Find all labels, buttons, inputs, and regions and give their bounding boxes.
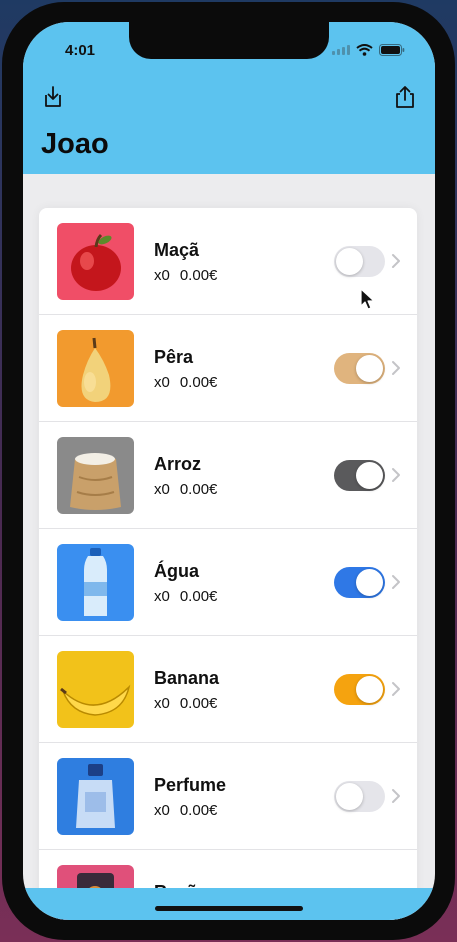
phone-frame: Joao 4:01 Maçã x0 0.00€ Pêra x0 0.00€ Ar… bbox=[2, 2, 455, 940]
item-name: Perfume bbox=[154, 775, 227, 795]
item-details: x0 0.00€ bbox=[154, 481, 217, 498]
download-tray-icon[interactable] bbox=[40, 84, 66, 110]
item-details: x0 0.00€ bbox=[154, 588, 217, 605]
item-quantity: x0 bbox=[154, 267, 170, 284]
item-price: 0.00€ bbox=[179, 267, 218, 284]
chevron-right-icon bbox=[391, 788, 401, 804]
item-quantity: x0 bbox=[154, 481, 170, 498]
toggle-knob bbox=[356, 569, 383, 596]
item-price: 0.00€ bbox=[179, 588, 218, 605]
item-toggle[interactable] bbox=[334, 781, 385, 812]
apple-image bbox=[57, 223, 134, 300]
wifi-icon bbox=[356, 44, 373, 56]
battery-icon bbox=[379, 44, 405, 56]
chevron-right-icon bbox=[391, 681, 401, 697]
item-toggle[interactable] bbox=[334, 246, 385, 277]
item-price: 0.00€ bbox=[179, 374, 218, 391]
item-name: Maçã bbox=[154, 240, 200, 260]
mouse-cursor-icon bbox=[360, 288, 376, 317]
item-details: x0 0.00€ bbox=[154, 374, 217, 391]
list-item-3[interactable]: Arroz x0 0.00€ bbox=[39, 422, 417, 529]
item-price: 0.00€ bbox=[179, 802, 218, 819]
item-details: x0 0.00€ bbox=[154, 802, 217, 819]
item-price: 0.00€ bbox=[179, 695, 218, 712]
item-toggle[interactable] bbox=[334, 460, 385, 491]
item-toggle[interactable] bbox=[334, 674, 385, 705]
signal-icon bbox=[332, 45, 350, 55]
toggle-knob bbox=[336, 783, 363, 810]
item-name: Água bbox=[154, 561, 199, 581]
item-quantity: x0 bbox=[154, 802, 170, 819]
item-price: 0.00€ bbox=[179, 481, 218, 498]
list-item-6[interactable]: Perfume x0 0.00€ bbox=[39, 743, 417, 850]
item-name: Banana bbox=[154, 668, 220, 688]
rice-sack-image bbox=[57, 437, 134, 514]
item-details: x0 0.00€ bbox=[154, 695, 217, 712]
status-icons bbox=[332, 44, 405, 56]
app-screen: Joao 4:01 Maçã x0 0.00€ Pêra x0 0.00€ Ar… bbox=[23, 22, 435, 920]
item-quantity: x0 bbox=[154, 695, 170, 712]
list-item-2[interactable]: Pêra x0 0.00€ bbox=[39, 315, 417, 422]
item-quantity: x0 bbox=[154, 374, 170, 391]
status-time: 4:01 bbox=[65, 42, 96, 59]
pear-image bbox=[57, 330, 134, 407]
toggle-knob bbox=[356, 676, 383, 703]
item-name: Arroz bbox=[154, 454, 202, 474]
bottom-bar bbox=[23, 888, 435, 920]
list-item-4[interactable]: Água x0 0.00€ bbox=[39, 529, 417, 636]
item-toggle[interactable] bbox=[334, 353, 385, 384]
banana-image bbox=[57, 651, 134, 728]
toggle-knob bbox=[356, 355, 383, 382]
item-quantity: x0 bbox=[154, 588, 170, 605]
list-item-5[interactable]: Banana x0 0.00€ bbox=[39, 636, 417, 743]
device-notch bbox=[129, 22, 329, 59]
water-bottle-image bbox=[57, 544, 134, 621]
item-details: x0 0.00€ bbox=[154, 267, 217, 284]
item-name: Pêra bbox=[154, 347, 194, 367]
perfume-image bbox=[57, 758, 134, 835]
chevron-right-icon bbox=[391, 360, 401, 376]
page-title: Joao bbox=[41, 128, 109, 160]
share-icon[interactable] bbox=[392, 84, 418, 110]
chevron-right-icon bbox=[391, 467, 401, 483]
chevron-right-icon bbox=[391, 253, 401, 269]
home-indicator[interactable] bbox=[155, 906, 303, 911]
chevron-right-icon bbox=[391, 574, 401, 590]
toggle-knob bbox=[336, 248, 363, 275]
toggle-knob bbox=[356, 462, 383, 489]
item-toggle[interactable] bbox=[334, 567, 385, 598]
